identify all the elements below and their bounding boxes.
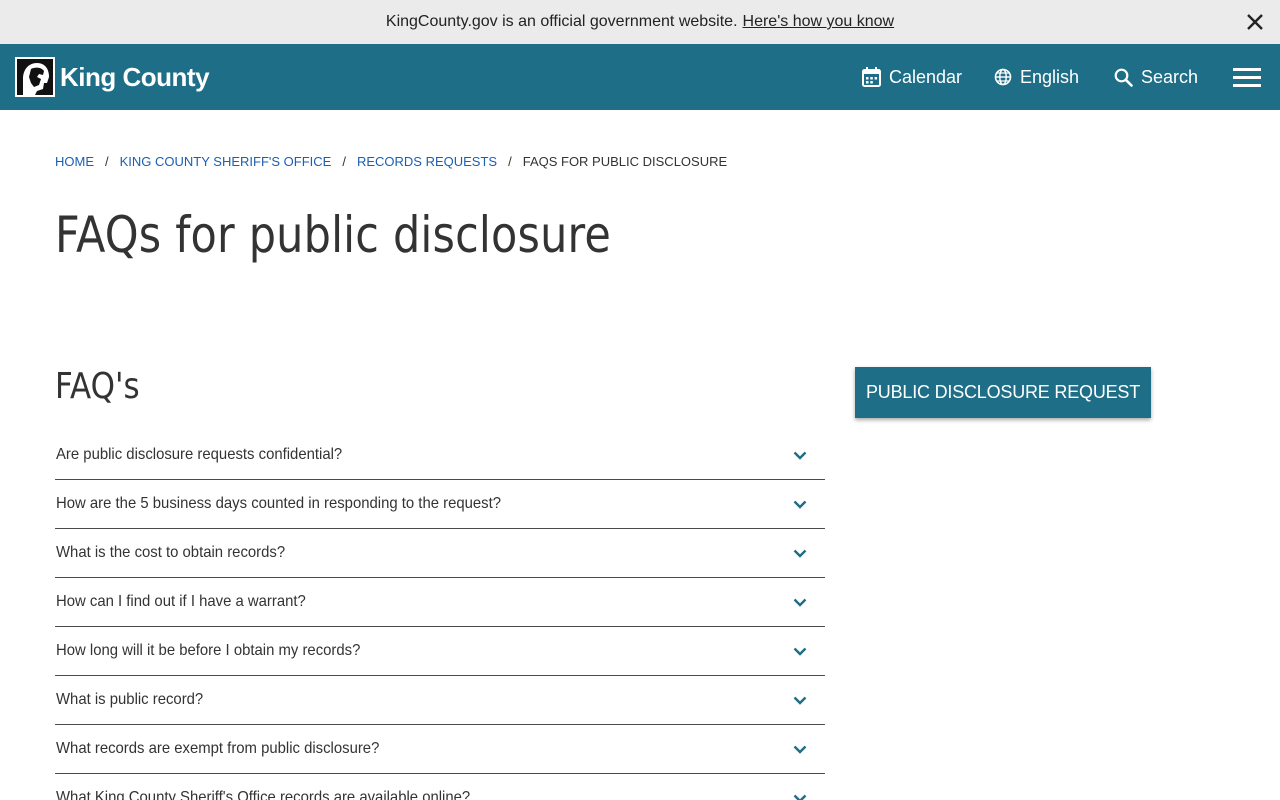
faq-question: Are public disclosure requests confident… <box>56 446 343 463</box>
faq-item[interactable]: What records are exempt from public disc… <box>55 725 825 774</box>
hamburger-menu-icon[interactable] <box>1233 68 1261 88</box>
language-selector[interactable]: English <box>994 44 1079 110</box>
king-county-logo-icon <box>15 57 55 97</box>
faq-item[interactable]: What is the cost to obtain records? <box>55 529 825 578</box>
banner-text: KingCounty.gov is an official government… <box>385 13 738 30</box>
breadcrumb-separator: / <box>508 154 512 169</box>
calendar-icon <box>862 67 881 87</box>
faq-question: What records are exempt from public disc… <box>56 740 380 757</box>
calendar-link[interactable]: Calendar <box>862 44 962 110</box>
faq-heading: FAQ's <box>55 366 140 407</box>
chevron-down-icon <box>793 745 807 754</box>
faq-question: How long will it be before I obtain my r… <box>56 642 361 659</box>
king-county-logo[interactable]: King County <box>15 57 210 97</box>
breadcrumb-sheriffs-office[interactable]: KING COUNTY SHERIFF'S OFFICE <box>120 154 332 169</box>
breadcrumb-home[interactable]: HOME <box>55 154 94 169</box>
chevron-down-icon <box>793 696 807 705</box>
public-disclosure-request-button[interactable]: PUBLIC DISCLOSURE REQUEST <box>855 367 1151 418</box>
faq-item[interactable]: How can I find out if I have a warrant? <box>55 578 825 627</box>
search-icon <box>1114 68 1133 87</box>
faq-question: How are the 5 business days counted in r… <box>56 495 502 512</box>
search-label: Search <box>1141 66 1199 87</box>
faq-accordion: Are public disclosure requests confident… <box>55 431 825 800</box>
chevron-down-icon <box>793 500 807 509</box>
faq-item[interactable]: Are public disclosure requests confident… <box>55 431 825 480</box>
chevron-down-icon <box>793 451 807 460</box>
search-link[interactable]: Search <box>1114 44 1198 110</box>
breadcrumb-separator: / <box>342 154 346 169</box>
faq-item[interactable]: How are the 5 business days counted in r… <box>55 480 825 529</box>
page-title: FAQs for public disclosure <box>55 206 612 264</box>
official-website-banner: KingCounty.gov is an official government… <box>0 0 1280 44</box>
chevron-down-icon <box>793 647 807 656</box>
breadcrumb-current: FAQS FOR PUBLIC DISCLOSURE <box>522 154 728 169</box>
chevron-down-icon <box>793 549 807 558</box>
close-icon[interactable] <box>1244 11 1266 33</box>
logo-text: King County <box>60 61 210 92</box>
faq-item[interactable]: How long will it be before I obtain my r… <box>55 627 825 676</box>
faq-question: What King County Sheriff's Office record… <box>56 789 471 800</box>
breadcrumb-records-requests[interactable]: RECORDS REQUESTS <box>357 154 497 169</box>
calendar-label: Calendar <box>889 66 963 87</box>
globe-icon <box>994 68 1012 86</box>
breadcrumb-separator: / <box>105 154 109 169</box>
site-header: King County Calendar English Search <box>0 44 1280 110</box>
faq-item[interactable]: What King County Sheriff's Office record… <box>55 774 825 800</box>
faq-item[interactable]: What is public record? <box>55 676 825 725</box>
heres-how-you-know-link[interactable]: Here's how you know <box>743 13 895 31</box>
faq-question: How can I find out if I have a warrant? <box>56 593 306 610</box>
language-label: English <box>1020 66 1080 87</box>
chevron-down-icon <box>793 598 807 607</box>
faq-question: What is the cost to obtain records? <box>56 544 286 561</box>
breadcrumb: HOME / KING COUNTY SHERIFF'S OFFICE / RE… <box>55 154 727 169</box>
chevron-down-icon <box>793 794 807 800</box>
faq-question: What is public record? <box>56 691 204 708</box>
